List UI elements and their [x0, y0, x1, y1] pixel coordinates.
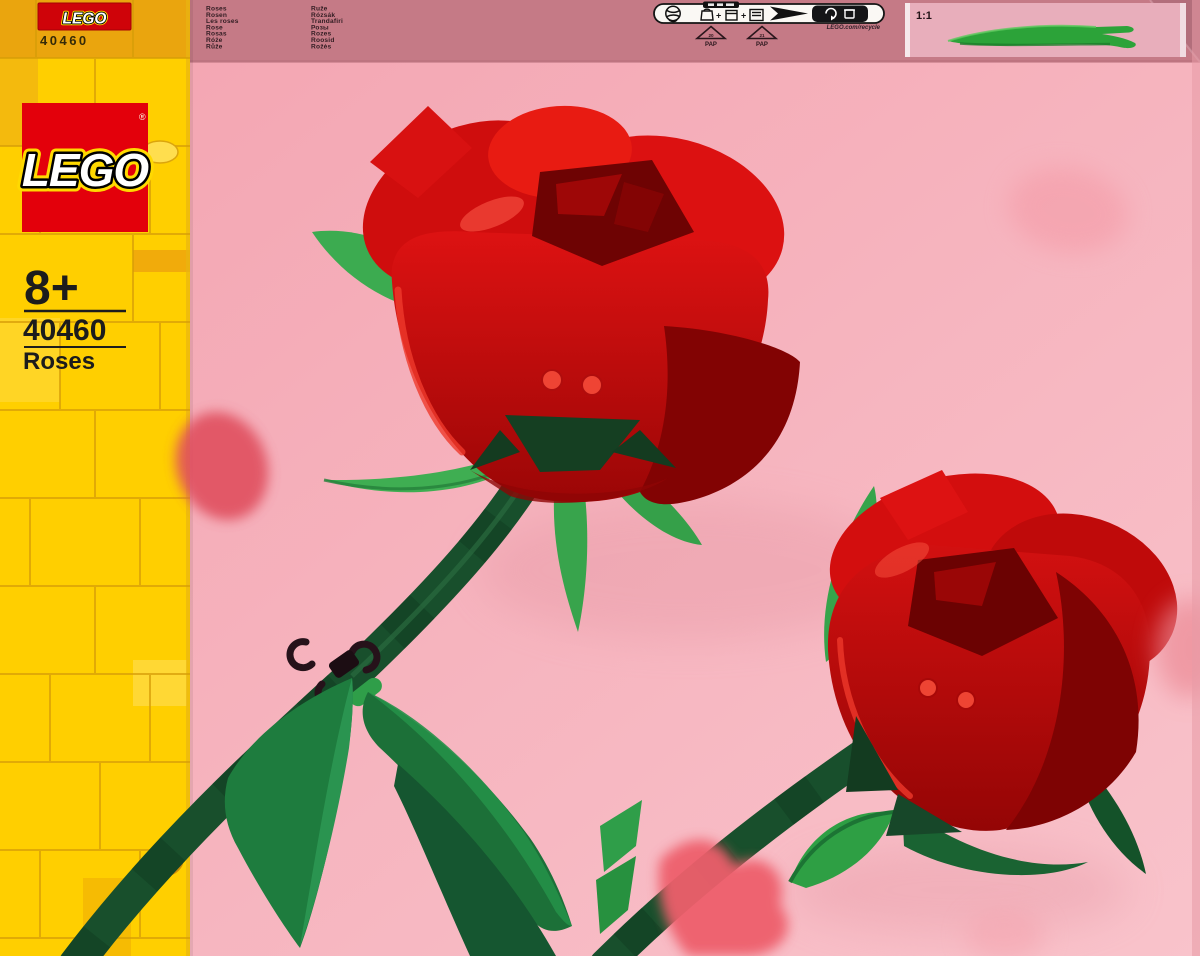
svg-text:LEGO: LEGO — [63, 11, 107, 28]
set-name: Roses — [23, 348, 95, 375]
top-band: Roses Rosen Les roses Rose Rosas Róże Rů… — [190, 0, 1200, 63]
lego-stud-icon — [918, 678, 938, 698]
plus-separator: + — [741, 11, 746, 21]
lego-stud-icon — [956, 690, 976, 710]
registered-mark: ® — [139, 112, 146, 122]
svg-text:PAP: PAP — [756, 42, 768, 48]
lego-stud-icon — [581, 374, 603, 396]
svg-text:PAP: PAP — [705, 42, 717, 48]
box-artwork: Roses Rosen Les roses Rose Rosas Róże Rů… — [0, 0, 1200, 956]
lego-stud-icon — [541, 369, 563, 391]
set-number: 40460 — [23, 314, 106, 347]
scale-1to1-panel: 1:1 — [905, 3, 1186, 57]
box-right-edge — [1192, 0, 1200, 956]
lego-roses-box-art: Roses Rosen Les roses Rose Rosas Róże Rů… — [0, 0, 1200, 956]
svg-text:LEGO: LEGO — [22, 144, 150, 196]
lego-logo: LEGO LEGO LEGO ® — [16, 103, 156, 232]
corner-tile-number: 40460 — [40, 33, 89, 48]
language-item: Rožės — [311, 43, 332, 50]
age-label: 8+ — [24, 262, 79, 315]
recycle-bin-icon — [812, 5, 868, 22]
plus-separator: + — [716, 11, 721, 21]
svg-text:21: 21 — [759, 33, 765, 38]
svg-text:20: 20 — [708, 33, 714, 38]
language-item: Růže — [206, 42, 223, 50]
side-panel: LEGO LEGO LEGO 40460 LEGO LEGO LEGO ® 8+… — [0, 0, 190, 956]
recycle-url: LEGO.com/recycle — [827, 25, 881, 31]
scale-label: 1:1 — [916, 10, 932, 22]
